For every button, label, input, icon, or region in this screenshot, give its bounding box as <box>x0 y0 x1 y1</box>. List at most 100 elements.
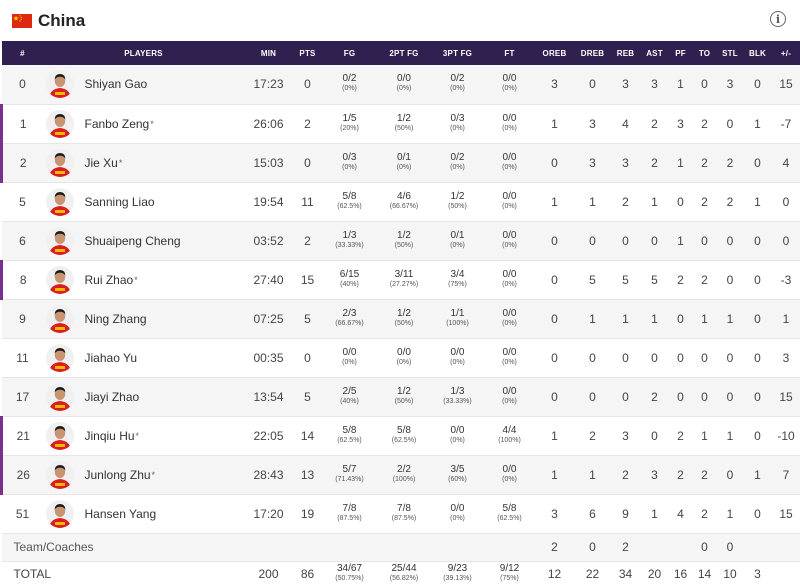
player-row[interactable]: 21Jinqiu Hu*22:05145/8(62.5%)5/8(62.5%)0… <box>2 416 800 455</box>
fg3-shot: 0/2(0%) <box>431 153 485 173</box>
fg-made-attempted: 0/0 <box>322 348 378 358</box>
box-score-table: #PLAYERSMINPTSFG2PT FG3PT FGFTOREBDREBRE… <box>0 41 800 586</box>
stat-ast: 0 <box>641 338 669 377</box>
stat-pf: 0 <box>669 182 693 221</box>
fg3-percentage: (0%) <box>431 514 485 524</box>
points: 0 <box>294 143 322 182</box>
stat-stl: 0 <box>717 455 744 494</box>
column-header[interactable]: +/- <box>772 41 800 65</box>
player-cell: Junlong Zhu* <box>44 455 244 494</box>
fg2-shot: 1/2(50%) <box>378 387 431 407</box>
column-header[interactable]: TO <box>693 41 717 65</box>
player-row[interactable]: 6Shuaipeng Cheng03:5221/3(33.33%)1/2(50%… <box>2 221 800 260</box>
fg2-shot: 2/2(100%) <box>378 465 431 485</box>
fg2-cell: 7/8(87.5%) <box>378 494 431 533</box>
total-stat-to: 14 <box>693 561 717 586</box>
column-header[interactable]: REB <box>611 41 641 65</box>
player-row[interactable]: 2Jie Xu*15:0300/3(0%)0/1(0%)0/2(0%)0/0(0… <box>2 143 800 182</box>
total-stat-ast: 20 <box>641 561 669 586</box>
player-name-link[interactable]: Jinqiu Hu <box>85 429 135 443</box>
fg3-percentage: (60%) <box>431 475 485 485</box>
player-row[interactable]: 17Jiayi Zhao13:5452/5(40%)1/2(50%)1/3(33… <box>2 377 800 416</box>
fg-made-attempted: 0/3 <box>322 153 378 163</box>
stat-to: 1 <box>693 416 717 455</box>
column-header[interactable]: PLAYERS <box>44 41 244 65</box>
fg2-cell: 1/2(50%) <box>378 377 431 416</box>
minutes: 19:54 <box>244 182 294 221</box>
column-header[interactable]: FT <box>485 41 535 65</box>
stat-to: 2 <box>693 260 717 299</box>
stat-oreb: 0 <box>535 221 575 260</box>
stat-to: 0 <box>693 338 717 377</box>
minutes: 13:54 <box>244 377 294 416</box>
column-header[interactable]: # <box>2 41 44 65</box>
player-info: Jie Xu* <box>44 149 244 177</box>
stat-to: 2 <box>693 494 717 533</box>
player-name-link[interactable]: Rui Zhao <box>85 273 134 287</box>
ft-percentage: (0%) <box>485 84 535 94</box>
player-row[interactable]: 9Ning Zhang07:2552/3(66.67%)1/2(50%)1/1(… <box>2 299 800 338</box>
column-header[interactable]: PTS <box>294 41 322 65</box>
column-header[interactable]: 2PT FG <box>378 41 431 65</box>
stat-pm: 4 <box>772 143 800 182</box>
stat-oreb: 1 <box>535 182 575 221</box>
column-header[interactable]: FG <box>322 41 378 65</box>
player-name-link[interactable]: Ning Zhang <box>85 312 147 326</box>
player-name-link[interactable]: Shiyan Gao <box>85 77 148 91</box>
player-cell: Shuaipeng Cheng <box>44 221 244 260</box>
fg2-made-attempted: 1/2 <box>378 231 431 241</box>
player-name-link[interactable]: Shuaipeng Cheng <box>85 234 181 248</box>
player-name-link[interactable]: Fanbo Zeng <box>85 117 150 131</box>
jersey-number: 0 <box>2 65 44 104</box>
fg3-made-attempted: 0/0 <box>431 426 485 436</box>
ft-percentage: (0%) <box>485 475 535 485</box>
points: 2 <box>294 104 322 143</box>
team-stat-reb: 2 <box>611 533 641 561</box>
fg-cell: 7/8(87.5%) <box>322 494 378 533</box>
column-header[interactable]: BLK <box>744 41 772 65</box>
fg3-cell: 1/1(100%) <box>431 299 485 338</box>
fg3-made-attempted: 0/3 <box>431 114 485 124</box>
player-name-link[interactable]: Jiahao Yu <box>85 351 138 365</box>
ft-cell: 0/0(0%) <box>485 143 535 182</box>
player-row[interactable]: 1Fanbo Zeng*26:0621/5(20%)1/2(50%)0/3(0%… <box>2 104 800 143</box>
stat-stl: 2 <box>717 182 744 221</box>
china-flag-icon <box>12 14 32 28</box>
stat-to: 2 <box>693 455 717 494</box>
fg-made-attempted: 1/5 <box>322 114 378 124</box>
column-header[interactable]: AST <box>641 41 669 65</box>
fg3-shot: 3/4(75%) <box>431 270 485 290</box>
fg-shot: 5/7(71.43%) <box>322 465 378 485</box>
fg3-percentage: (75%) <box>431 280 485 290</box>
player-name-link[interactable]: Jie Xu <box>85 156 118 170</box>
player-name-link[interactable]: Junlong Zhu <box>85 468 151 482</box>
fg3-cell: 0/0(0%) <box>431 338 485 377</box>
column-header[interactable]: DREB <box>575 41 611 65</box>
player-name-link[interactable]: Hansen Yang <box>85 507 157 521</box>
fg2-shot: 25/44(56.82%) <box>378 564 431 584</box>
player-row[interactable]: 51Hansen Yang17:20197/8(87.5%)7/8(87.5%)… <box>2 494 800 533</box>
column-header[interactable]: PF <box>669 41 693 65</box>
fg3-percentage: (50%) <box>431 202 485 212</box>
fg2-shot: 7/8(87.5%) <box>378 504 431 524</box>
player-row[interactable]: 0Shiyan Gao17:2300/2(0%)0/0(0%)0/2(0%)0/… <box>2 65 800 104</box>
column-header[interactable]: 3PT FG <box>431 41 485 65</box>
fg2-percentage: (50%) <box>378 241 431 251</box>
player-name-link[interactable]: Sanning Liao <box>85 195 155 209</box>
fg-cell: 2/5(40%) <box>322 377 378 416</box>
stat-ast: 5 <box>641 260 669 299</box>
fg3-cell: 9/23(39.13%) <box>431 561 485 586</box>
column-header[interactable]: STL <box>717 41 744 65</box>
stat-ast: 3 <box>641 65 669 104</box>
player-row[interactable]: 26Junlong Zhu*28:43135/7(71.43%)2/2(100%… <box>2 455 800 494</box>
stat-reb: 0 <box>611 377 641 416</box>
player-row[interactable]: 11Jiahao Yu00:3500/0(0%)0/0(0%)0/0(0%)0/… <box>2 338 800 377</box>
column-header[interactable]: OREB <box>535 41 575 65</box>
player-row[interactable]: 5Sanning Liao19:54115/8(62.5%)4/6(66.67%… <box>2 182 800 221</box>
player-row[interactable]: 8Rui Zhao*27:40156/15(40%)3/11(27.27%)3/… <box>2 260 800 299</box>
player-name-link[interactable]: Jiayi Zhao <box>85 390 140 404</box>
fg-percentage: (0%) <box>322 358 378 368</box>
team-stat-ast <box>641 533 669 561</box>
column-header[interactable]: MIN <box>244 41 294 65</box>
info-icon[interactable]: i <box>770 11 786 27</box>
